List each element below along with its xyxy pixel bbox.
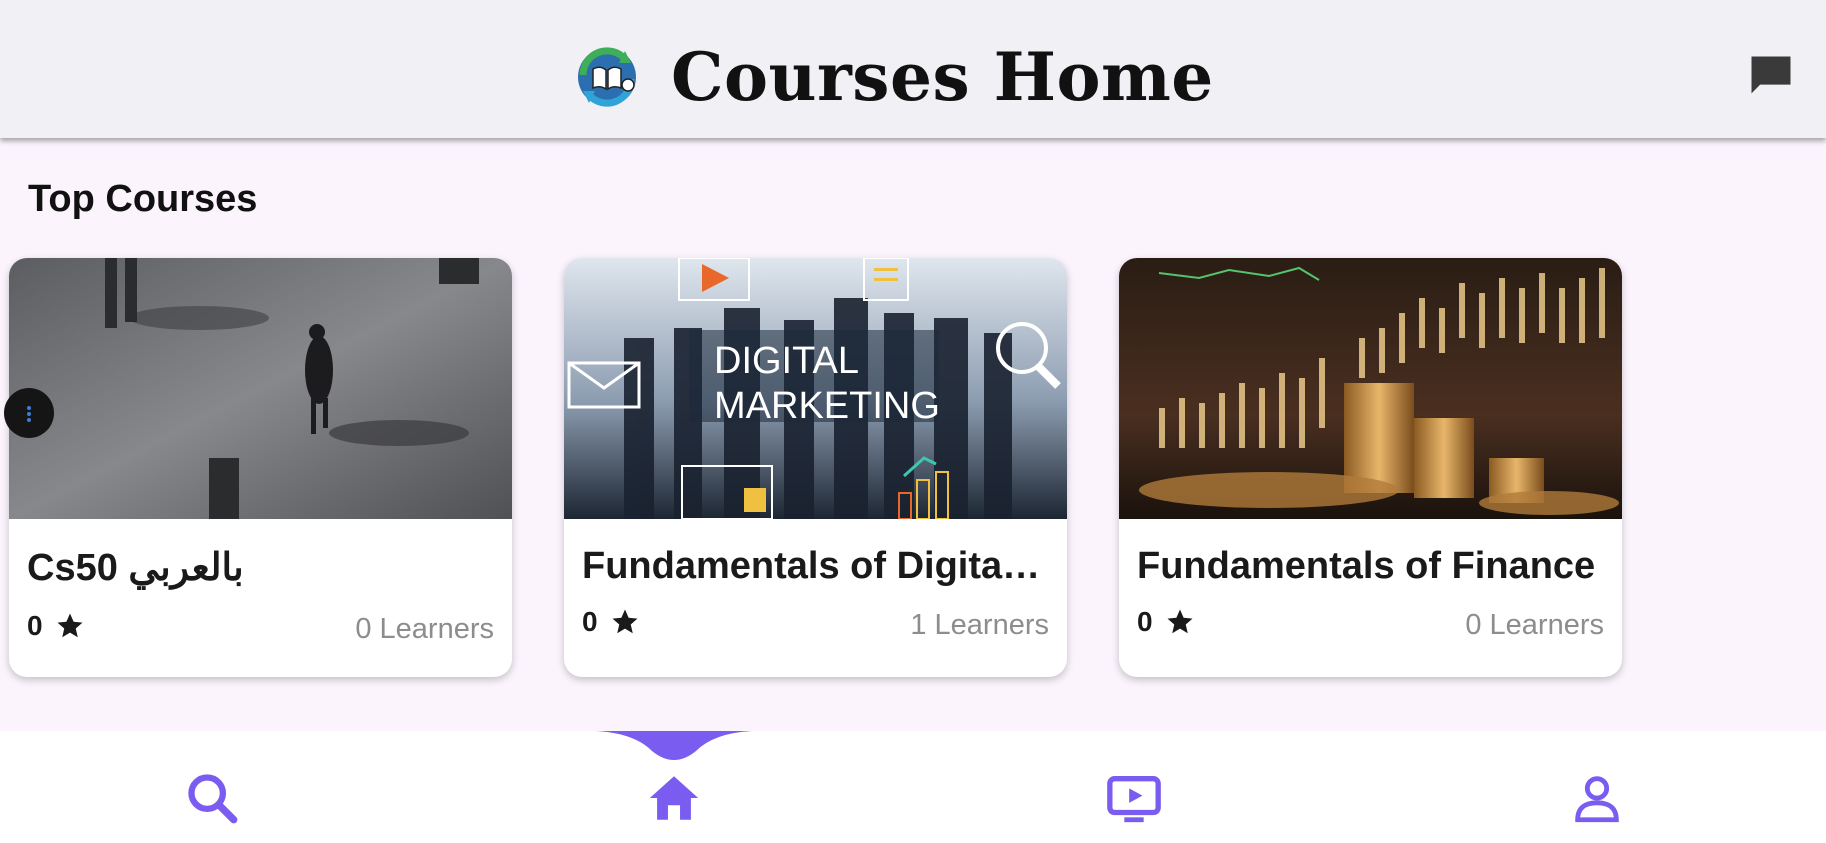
video-player-icon[interactable] bbox=[1105, 769, 1163, 827]
profile-icon[interactable] bbox=[1568, 769, 1626, 827]
star-icon bbox=[612, 609, 638, 634]
learners-count: 0 Learners bbox=[1465, 609, 1604, 641]
learners-count: 1 Learners bbox=[910, 609, 1049, 641]
course-carousel: Cs50 بالعربي 0 0 Learners DIGITAL MARKET… bbox=[9, 258, 1826, 678]
learners-count: 0 Learners bbox=[355, 613, 494, 645]
handle-dots-icon bbox=[27, 406, 31, 422]
book-recycle-logo bbox=[578, 47, 636, 107]
course-rating: 0 bbox=[1137, 606, 1195, 638]
rating-value: 0 bbox=[1137, 606, 1153, 637]
course-rating: 0 bbox=[27, 610, 85, 642]
search-icon[interactable] bbox=[183, 769, 241, 827]
chat-bubble-icon[interactable] bbox=[1745, 50, 1797, 102]
scroll-handle[interactable] bbox=[4, 388, 54, 438]
course-card[interactable]: DIGITAL MARKETING Fundamentals of Digita… bbox=[564, 258, 1067, 677]
image-text-line1: DIGITAL bbox=[714, 340, 859, 382]
page-title: Courses Home bbox=[671, 38, 1214, 116]
course-title: Fundamentals of Digital Marketing bbox=[582, 545, 1047, 587]
star-icon bbox=[57, 613, 83, 638]
image-text-line2: MARKETING bbox=[714, 385, 940, 427]
active-tab-indicator bbox=[596, 731, 752, 760]
section-title: Top Courses bbox=[28, 178, 258, 220]
finance-coins-chart-photo bbox=[1119, 258, 1622, 519]
app-bar: Courses Home bbox=[0, 0, 1826, 138]
rating-value: 0 bbox=[27, 610, 43, 641]
course-title: Fundamentals of Finance bbox=[1137, 545, 1596, 587]
people-walking-photo bbox=[9, 258, 512, 519]
course-card[interactable]: Fundamentals of Finance 0 0 Learners bbox=[1119, 258, 1622, 677]
course-rating: 0 bbox=[582, 606, 640, 638]
bottom-navigation bbox=[0, 731, 1826, 843]
course-title: Cs50 بالعربي bbox=[27, 547, 244, 589]
star-icon bbox=[1167, 609, 1193, 634]
digital-marketing-photo: DIGITAL MARKETING bbox=[564, 258, 1067, 519]
rating-value: 0 bbox=[582, 606, 598, 637]
course-card[interactable]: Cs50 بالعربي 0 0 Learners bbox=[9, 258, 512, 677]
home-icon[interactable] bbox=[645, 769, 703, 827]
title-group: Courses Home bbox=[575, 38, 1214, 116]
